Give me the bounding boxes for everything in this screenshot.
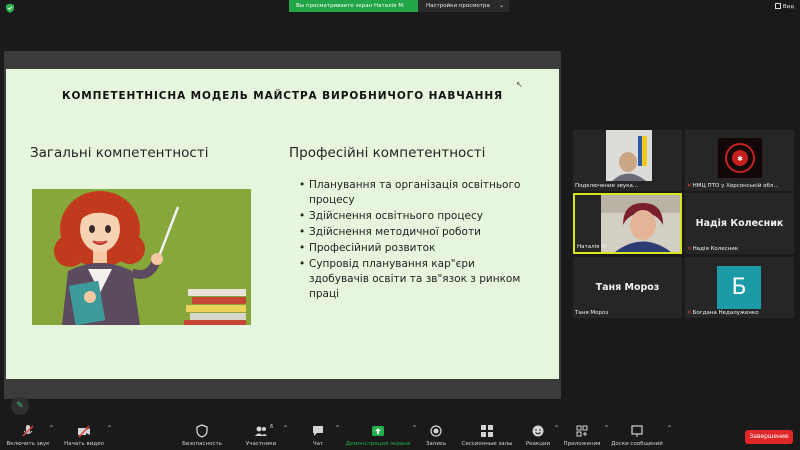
unmute-label: Включить звук <box>6 441 50 447</box>
participant-name: Надія Колесник <box>692 246 739 252</box>
participant-tile-active-speaker[interactable]: Наталія М... <box>573 193 682 254</box>
microphone-muted-icon: ✕ <box>687 246 692 252</box>
shared-screen-top-strip <box>4 51 561 67</box>
pencil-icon: ✎ <box>16 401 24 411</box>
meeting-toolbar: Включить звук ^ Начать видео ^ Безопасно… <box>0 420 800 450</box>
view-button[interactable]: Вид <box>774 0 794 14</box>
share-screen-icon <box>372 426 384 436</box>
whiteboards-label: Доски сообщений <box>611 441 663 447</box>
participant-caption: Таня Мороз <box>575 310 609 316</box>
record-label: Запись <box>425 441 447 447</box>
participant-display-name: Таня Мороз <box>595 282 660 293</box>
caret-up-icon[interactable]: ^ <box>335 425 340 432</box>
chat-icon <box>313 426 323 436</box>
participant-display-name: Надія Колесник <box>695 218 784 229</box>
apps-icon <box>576 425 588 437</box>
professional-competencies-heading: Професійні компетентності <box>289 145 486 161</box>
chevron-down-icon: ⌄ <box>498 2 504 9</box>
participant-caption: ✕НМЦ ПТО у Херсонській обл... <box>687 183 779 189</box>
list-item: Супровід планування кар"єри здобувачів о… <box>299 257 529 302</box>
list-item: Здійснення методичної роботи <box>299 225 529 240</box>
participant-caption: ✕Богдана Недалуженко <box>687 310 759 316</box>
reactions-icon <box>532 425 544 437</box>
reactions-label: Реакции <box>525 441 551 447</box>
share-screen-button[interactable]: Демонстрация экрана ^ <box>345 420 417 450</box>
slide-title: Компетентнісна модель майстра виробничог… <box>61 90 504 102</box>
caret-up-icon[interactable]: ^ <box>107 425 112 432</box>
video-off-icon <box>78 425 90 438</box>
shield-icon[interactable] <box>5 3 15 13</box>
teacher-illustration <box>32 189 251 325</box>
security-label: Безопасность <box>182 441 222 447</box>
list-item: Професійний розвиток <box>299 241 529 256</box>
zoom-window: Вы просматриваете экран Наталія М. Настр… <box>0 0 800 450</box>
chat-label: Чат <box>312 441 324 447</box>
participants-icon <box>255 426 267 436</box>
apps-button[interactable]: Приложения ^ <box>561 420 609 450</box>
caret-up-icon[interactable]: ^ <box>283 425 288 432</box>
svg-text:✱: ✱ <box>737 155 743 163</box>
presentation-slide: Компетентнісна модель майстра виробничог… <box>6 69 559 379</box>
organization-logo: ✱ <box>718 138 762 178</box>
start-video-label: Начать видео <box>64 441 104 447</box>
start-video-button[interactable]: Начать видео ^ <box>62 420 112 450</box>
shield-icon <box>196 424 208 438</box>
share-screen-label: Демонстрация экрана <box>345 441 411 447</box>
view-label: Вид <box>782 4 794 10</box>
microphone-muted-icon: ✕ <box>687 183 692 189</box>
breakout-rooms-button[interactable]: Сессионные залы <box>459 420 515 450</box>
end-meeting-button[interactable]: Завершение <box>745 430 793 444</box>
whiteboard-icon <box>631 425 643 437</box>
participant-name: Богдана Недалуженко <box>692 310 759 316</box>
participant-tile[interactable]: Таня Мороз Таня Мороз <box>573 257 682 318</box>
sharing-banner: Вы просматриваете экран Наталія М. <box>289 0 418 12</box>
mouse-cursor-icon: ↖ <box>516 80 523 89</box>
participant-caption: ✕Надія Колесник <box>687 246 738 252</box>
participant-video <box>601 195 680 252</box>
participant-tile[interactable]: Б ✕Богдана Недалуженко <box>685 257 794 318</box>
participant-name: НМЦ ПТО у Херсонській обл... <box>692 183 779 189</box>
participant-tile[interactable]: Подключение звука... <box>573 130 682 191</box>
competency-list: Планування та організація освітнього про… <box>299 178 529 303</box>
microphone-muted-icon <box>22 425 34 437</box>
reactions-button[interactable]: Реакции ^ <box>523 420 559 450</box>
caret-up-icon[interactable]: ^ <box>412 425 417 432</box>
list-item: Планування та організація освітнього про… <box>299 178 529 208</box>
breakout-rooms-icon <box>481 425 493 437</box>
whiteboards-button[interactable]: Доски сообщений ^ <box>608 420 672 450</box>
microphone-muted-icon: ✕ <box>687 310 692 316</box>
participant-caption: Подключение звука... <box>575 183 639 189</box>
apps-label: Приложения <box>563 441 601 447</box>
general-competencies-heading: Загальні компетентності <box>30 145 209 161</box>
record-button[interactable]: Запись <box>422 420 450 450</box>
caret-up-icon[interactable]: ^ <box>554 425 559 432</box>
caret-up-icon[interactable]: ^ <box>49 425 54 432</box>
participants-count: 6 <box>270 424 274 430</box>
view-settings-label: Настройки просмотра <box>426 3 490 9</box>
caret-up-icon[interactable]: ^ <box>667 425 672 432</box>
breakout-rooms-label: Сессионные залы <box>461 441 513 447</box>
security-button[interactable]: Безопасность <box>180 420 224 450</box>
list-item: Здійснення освітнього процесу <box>299 209 529 224</box>
avatar: Б <box>717 266 761 309</box>
chat-button[interactable]: Чат ^ <box>306 420 340 450</box>
view-settings-button[interactable]: Настройки просмотра ⌄ <box>418 0 509 12</box>
participant-tile[interactable]: ✱ ✕НМЦ ПТО у Херсонській обл... <box>685 130 794 191</box>
top-bar: Вы просматриваете экран Наталія М. Настр… <box>0 0 800 14</box>
participants-label: Участники <box>245 441 277 447</box>
grid-view-icon <box>774 3 781 9</box>
participant-caption: Наталія М... <box>577 244 612 250</box>
unmute-button[interactable]: Включить звук ^ <box>4 420 54 450</box>
participants-button[interactable]: 6 Участники ^ <box>244 420 288 450</box>
participant-video <box>606 130 652 181</box>
annotate-button[interactable]: ✎ <box>11 397 29 415</box>
participant-tile[interactable]: Надія Колесник ✕Надія Колесник <box>685 193 794 254</box>
record-icon <box>430 425 442 437</box>
